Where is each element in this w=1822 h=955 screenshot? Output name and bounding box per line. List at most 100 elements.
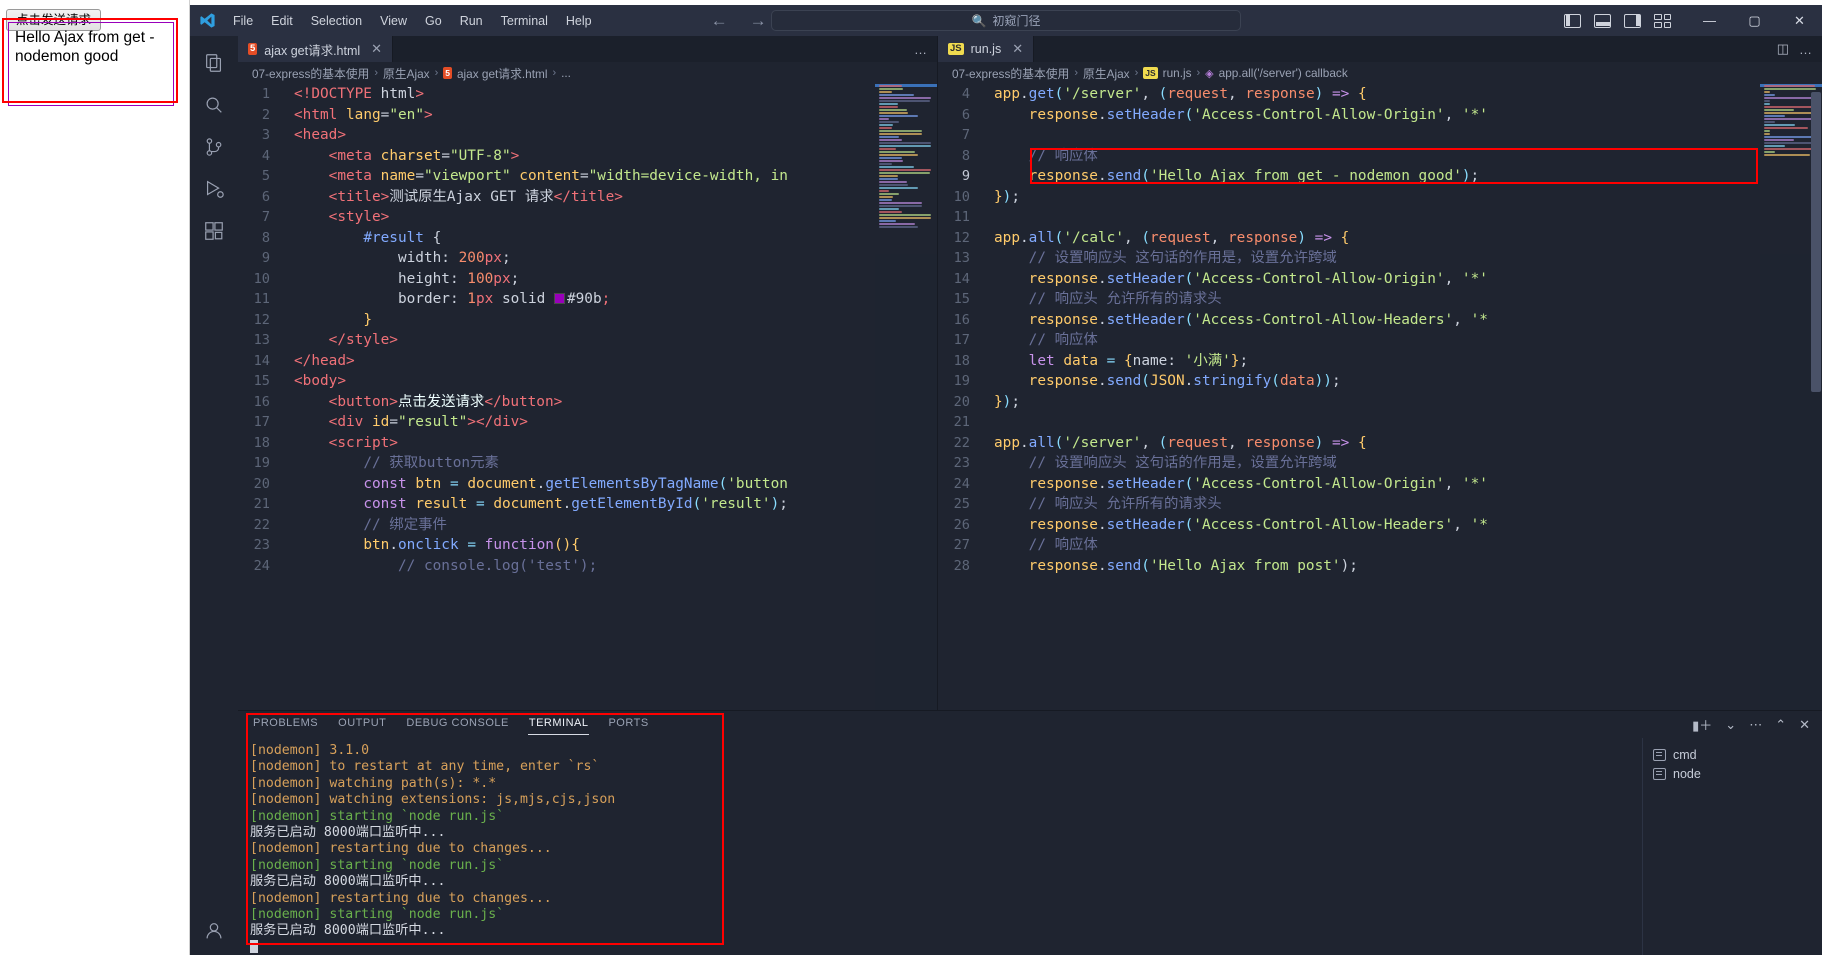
split-editor-icon[interactable]: ◫ bbox=[1777, 41, 1789, 57]
editor-scrollbar-right[interactable] bbox=[1809, 84, 1822, 710]
minimap-line bbox=[879, 148, 896, 150]
line-number: 26 bbox=[953, 516, 970, 533]
forward-arrow-icon[interactable]: → bbox=[750, 11, 767, 31]
tab-actions-left: … bbox=[914, 36, 937, 62]
panel-tab-bar: PROBLEMS OUTPUT DEBUG CONSOLE TERMINAL P… bbox=[238, 711, 1822, 738]
terminal-line-prefix: [nodemon] bbox=[250, 775, 322, 791]
tab-debug-console[interactable]: DEBUG CONSOLE bbox=[405, 713, 509, 736]
code-text: response.setHeader('Access-Control-Allow… bbox=[1028, 311, 1488, 328]
breadcrumb-item-1[interactable]: 原生Ajax bbox=[383, 65, 430, 82]
menu-view[interactable]: View bbox=[371, 11, 416, 31]
minimap-line bbox=[879, 187, 918, 189]
line-number: 19 bbox=[253, 455, 270, 471]
more-icon[interactable]: ⋯ bbox=[1749, 717, 1762, 733]
line-number: 4 bbox=[961, 86, 970, 102]
menu-run[interactable]: Run bbox=[451, 11, 492, 31]
breadcrumb-item-3[interactable]: app.all('/server') callback bbox=[1219, 66, 1348, 80]
code-line: 16 <button>点击发送请求</button> bbox=[238, 392, 937, 413]
terminal-icon bbox=[1653, 749, 1666, 761]
menu-edit[interactable]: Edit bbox=[262, 11, 302, 31]
code-line: 20}); bbox=[938, 392, 1822, 413]
minimap-left[interactable] bbox=[875, 84, 937, 710]
back-arrow-icon[interactable]: ← bbox=[711, 11, 728, 31]
terminal-line: [nodemon] restarting due to changes... bbox=[250, 891, 1642, 907]
code-line: 10 height: 100px; bbox=[238, 269, 937, 290]
breadcrumb-item-0[interactable]: 07-express的基本使用 bbox=[252, 65, 369, 82]
tab-run-js[interactable]: JS run.js ✕ bbox=[938, 36, 1035, 62]
code-line: 23 // 设置响应头 这句话的作用是，设置允许跨域 bbox=[938, 453, 1822, 474]
code-text: response.send(JSON.stringify(data)); bbox=[1028, 373, 1341, 389]
terminal-item-node[interactable]: node bbox=[1653, 765, 1822, 784]
tab-terminal[interactable]: TERMINAL bbox=[527, 713, 590, 736]
terminal-line-text: restarting due to changes... bbox=[321, 841, 552, 857]
line-number: 2 bbox=[261, 106, 270, 123]
minimap-line bbox=[879, 88, 904, 90]
minimap-line bbox=[1764, 100, 1770, 102]
terminal-line-prefix: [nodemon] bbox=[250, 792, 322, 808]
minimap-line bbox=[879, 115, 918, 117]
new-terminal-icon[interactable]: ▮＋ bbox=[1692, 715, 1712, 734]
terminal-item-cmd[interactable]: cmd bbox=[1653, 746, 1822, 765]
toggle-secondary-sidebar-icon[interactable] bbox=[1624, 13, 1641, 28]
code-text: <button>点击发送请求</button> bbox=[328, 393, 563, 410]
maximize-button[interactable]: ▢ bbox=[1732, 5, 1777, 36]
breadcrumb-item-3[interactable]: ... bbox=[561, 66, 571, 80]
customize-layout-icon[interactable] bbox=[1654, 13, 1671, 28]
toggle-primary-sidebar-icon[interactable] bbox=[1564, 13, 1581, 28]
breadcrumb-item-1[interactable]: 原生Ajax bbox=[1083, 65, 1130, 82]
terminal-item-label: cmd bbox=[1673, 748, 1697, 762]
terminal-output[interactable]: [nodemon] 3.1.0 [nodemon] to restart at a… bbox=[238, 738, 1642, 955]
line-number: 24 bbox=[953, 475, 970, 492]
code-editor-left[interactable]: 1 <!DOCTYPE html> 2 <html lang="en"> 3 <head>… bbox=[238, 84, 937, 710]
menu-terminal[interactable]: Terminal bbox=[492, 11, 557, 31]
terminal-line-text: starting `node run.js` bbox=[321, 808, 505, 824]
tabs-right: JS run.js ✕ ◫ … bbox=[938, 36, 1822, 62]
more-actions-icon[interactable]: … bbox=[914, 42, 927, 57]
menu-file[interactable]: File bbox=[224, 11, 262, 31]
tab-ports[interactable]: PORTS bbox=[607, 713, 649, 736]
activity-source-control-icon[interactable] bbox=[190, 126, 238, 168]
tab-close-icon[interactable]: ✕ bbox=[371, 41, 382, 57]
tab-close-icon[interactable]: ✕ bbox=[1012, 41, 1023, 57]
menu-help[interactable]: Help bbox=[557, 11, 601, 31]
line-number: 11 bbox=[253, 291, 270, 307]
activity-run-debug-icon[interactable] bbox=[190, 168, 238, 210]
minimize-button[interactable]: — bbox=[1687, 5, 1732, 36]
tab-ajax-get-html[interactable]: 5 ajax get请求.html ✕ bbox=[238, 36, 394, 62]
line-number: 5 bbox=[261, 168, 270, 184]
minimap-line bbox=[879, 214, 931, 216]
minimap-line bbox=[879, 85, 903, 87]
breadcrumb-item-2[interactable]: ajax get请求.html bbox=[457, 65, 547, 82]
more-actions-icon[interactable]: … bbox=[1799, 42, 1812, 57]
breadcrumb-item-2[interactable]: run.js bbox=[1163, 66, 1192, 80]
breadcrumb-separator: › bbox=[1196, 67, 1201, 79]
breadcrumb-item-0[interactable]: 07-express的基本使用 bbox=[952, 65, 1069, 82]
terminal-line-text: 3.1.0 bbox=[321, 743, 370, 758]
code-text: response.setHeader('Access-Control-Allow… bbox=[1028, 475, 1488, 492]
command-search-bar[interactable]: 🔍 初窥门径 bbox=[771, 10, 1241, 31]
code-text: <div id="result"></div> bbox=[328, 414, 528, 430]
line-number: 8 bbox=[261, 229, 270, 246]
close-panel-icon[interactable]: ✕ bbox=[1799, 717, 1810, 733]
maximize-panel-icon[interactable]: ⌃ bbox=[1775, 717, 1786, 733]
chevron-down-icon[interactable]: ⌄ bbox=[1725, 717, 1736, 733]
activity-explorer-icon[interactable] bbox=[190, 42, 238, 84]
activity-extensions-icon[interactable] bbox=[190, 210, 238, 252]
code-line: 9 width: 200px; bbox=[238, 248, 937, 269]
terminal-line-text: restarting due to changes... bbox=[321, 890, 552, 906]
activity-search-icon[interactable] bbox=[190, 84, 238, 126]
editor-group-right: JS run.js ✕ ◫ … 07-express的基本使用 › 原生Ajax… bbox=[938, 36, 1822, 710]
line-number: 20 bbox=[253, 475, 270, 492]
tab-output[interactable]: OUTPUT bbox=[337, 713, 387, 736]
menu-go[interactable]: Go bbox=[416, 11, 451, 31]
toggle-panel-icon[interactable] bbox=[1594, 13, 1611, 28]
minimap-line bbox=[1764, 91, 1770, 93]
close-button[interactable]: ✕ bbox=[1777, 5, 1822, 36]
tab-problems[interactable]: PROBLEMS bbox=[252, 713, 319, 736]
minimap-line bbox=[879, 193, 899, 195]
menu-selection[interactable]: Selection bbox=[302, 11, 371, 31]
line-number: 10 bbox=[253, 270, 270, 287]
minimap-line bbox=[879, 130, 922, 132]
activity-account-icon[interactable] bbox=[190, 913, 238, 955]
code-editor-right[interactable]: 4 app.get('/server', (request, response) … bbox=[938, 84, 1822, 710]
